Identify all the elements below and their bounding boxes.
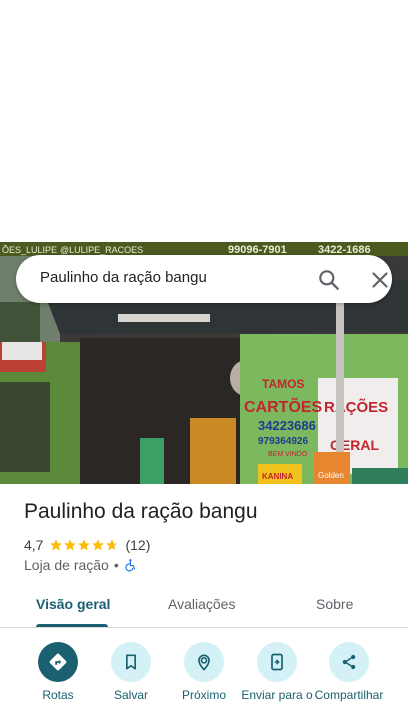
active-tab-indicator	[36, 624, 108, 627]
place-category: Loja de ração	[24, 557, 109, 573]
star-half-icon	[106, 539, 119, 551]
directions-label: Rotas	[42, 688, 74, 702]
save-label: Salvar	[113, 688, 148, 702]
close-icon[interactable]	[367, 267, 393, 293]
share-button[interactable]: Compartilhar	[312, 638, 386, 703]
directions-icon	[49, 653, 67, 671]
send-to-phone-icon	[271, 653, 283, 671]
rating-value: 4,7	[24, 537, 44, 553]
search-bar[interactable]: Paulinho da ração bangu	[16, 255, 392, 303]
tab-reviews[interactable]: Avaliações	[168, 596, 235, 612]
share-icon	[342, 654, 356, 670]
send-to-phone-label: Enviar para o	[241, 688, 313, 702]
place-title: Paulinho da ração bangu	[24, 500, 258, 523]
map-area	[0, 0, 408, 242]
wheelchair-accessible-icon	[125, 559, 135, 572]
tab-overview[interactable]: Visão geral	[36, 596, 110, 612]
tab-about[interactable]: Sobre	[316, 596, 353, 612]
directions-button[interactable]: Rotas	[21, 638, 95, 703]
star-icon	[50, 539, 63, 551]
nearby-button[interactable]: Próximo	[167, 638, 241, 703]
star-icon	[92, 539, 105, 551]
bag-brand-1: KANINA	[262, 472, 293, 481]
wall-small-text: BEM VINDO	[268, 451, 308, 458]
wall-phone-1: 34223686	[258, 418, 316, 433]
racoes-text: RAÇÕES	[324, 398, 388, 416]
wall-text-1: TAMOS	[262, 377, 304, 391]
rating-row[interactable]: 4,7 (12)	[24, 536, 150, 554]
send-to-phone-button[interactable]: Enviar para o	[240, 638, 314, 703]
banner-text-left: ÕES_LULIPE	[2, 245, 57, 255]
separator-dot: •	[113, 557, 119, 573]
star-icon	[78, 539, 91, 551]
wall-phone-2: 979364926	[258, 436, 308, 447]
place-tabs: Visão geral Avaliações Sobre	[0, 584, 408, 628]
nearby-label: Próximo	[181, 688, 226, 702]
banner-text-mid: @LULIPE_RACOES	[60, 245, 143, 255]
star-icon	[64, 539, 77, 551]
category-row: Loja de ração •	[24, 556, 138, 574]
search-input[interactable]: Paulinho da ração bangu	[40, 269, 207, 286]
save-button[interactable]: Salvar	[94, 638, 168, 703]
share-label: Compartilhar	[314, 688, 384, 702]
wall-text-2: CARTÕES	[244, 396, 323, 416]
search-icon[interactable]	[316, 267, 342, 293]
action-bar: Rotas Salvar Próximo Enviar para o Compa…	[0, 638, 408, 726]
reviews-count[interactable]: (12)	[125, 537, 150, 553]
nearby-icon	[198, 654, 210, 671]
star-rating	[49, 538, 119, 552]
bookmark-icon	[126, 654, 136, 670]
bag-brand-2: Golden	[318, 471, 344, 480]
